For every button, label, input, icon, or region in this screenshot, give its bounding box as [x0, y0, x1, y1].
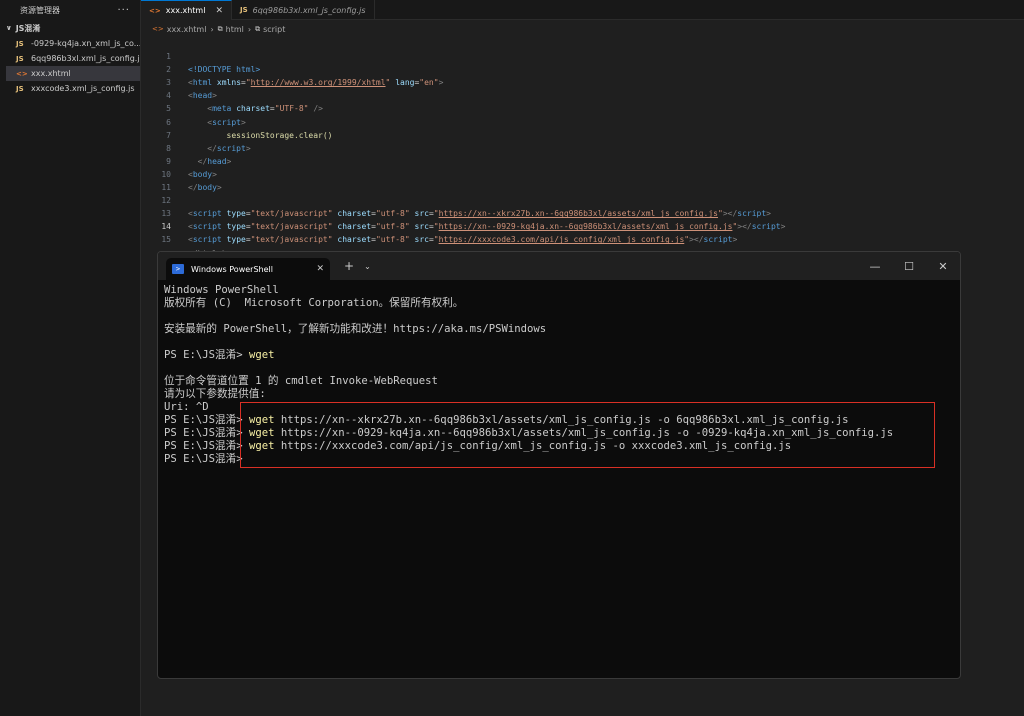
- html-file-icon: <>: [16, 69, 28, 78]
- file-label: xxxcode3.xml_js_config.js: [31, 84, 135, 93]
- folder-label: JS混淆: [15, 23, 41, 33]
- terminal-line: 版权所有 (C) Microsoft Corporation。保留所有权利。: [164, 297, 464, 309]
- code-line: 3 <head>: [141, 63, 1024, 100]
- src-link[interactable]: https://xxxcode3.com/api/js_config/xml_j…: [439, 235, 685, 244]
- breadcrumb: <> xxx.xhtml › ⧉ html › ⧉ script: [152, 22, 285, 36]
- code-line: 12 <script type="text/javascript" charse…: [141, 181, 1024, 218]
- terminal-line: 安装最新的 PowerShell，了解新功能和改进！https://aka.ms…: [164, 323, 547, 335]
- terminal-line[interactable]: PS E:\JS混淆>: [164, 453, 954, 466]
- code-line: 11: [141, 168, 1024, 192]
- folder-js-obfuscation[interactable]: ∨ JS混淆: [0, 20, 140, 36]
- chevron-right-icon: ›: [247, 24, 252, 34]
- code-line: 4 <meta charset="UTF-8" />: [141, 76, 1024, 113]
- terminal-line: Uri: ^D: [164, 401, 209, 413]
- code-line: 9 <body>: [141, 142, 1024, 179]
- js-file-icon: JS: [239, 6, 248, 14]
- prompt: PS E:\JS混淆>: [164, 453, 249, 465]
- breadcrumb-item[interactable]: html: [226, 25, 244, 34]
- file-label: -0929-kq4ja.xn_xml_js_co...: [31, 39, 140, 48]
- line-number: 15: [161, 235, 171, 245]
- prompt: PS E:\JS混淆>: [164, 427, 249, 439]
- prompt: PS E:\JS混淆>: [164, 414, 249, 426]
- tab-label: 6qq986b3xl.xml_js_config.js: [252, 5, 366, 15]
- code-line: 14 <script type="text/javascript" charse…: [141, 207, 1024, 244]
- file-label: xxx.xhtml: [31, 69, 71, 78]
- breadcrumb-item[interactable]: script: [263, 25, 285, 34]
- code-line: 15 </html>%: [141, 220, 1024, 257]
- tab-label: xxx.xhtml: [165, 6, 206, 15]
- command-wget: wget: [248, 414, 275, 426]
- js-file-icon: JS: [16, 39, 24, 48]
- window-controls: — ☐ ✕: [858, 252, 960, 280]
- code-line: 13 <script type="text/javascript" charse…: [141, 194, 1024, 231]
- code-line: 10 </body>: [141, 155, 1024, 192]
- charset-value: utf-8: [380, 235, 405, 245]
- file-item[interactable]: JS -0929-kq4ja.xn_xml_js_co...: [0, 36, 140, 51]
- new-tab-icon[interactable]: +: [344, 259, 354, 273]
- terminal-output[interactable]: Windows PowerShell 版权所有 (C) Microsoft Co…: [158, 280, 960, 470]
- close-icon[interactable]: ✕: [316, 264, 324, 274]
- file-item[interactable]: JS 6qq986b3xl.xml_js_config.js: [0, 51, 140, 66]
- terminal-line: PS E:\JS混淆> wget: [164, 349, 954, 362]
- editor-tabs: <> xxx.xhtml ✕ JS 6qq986b3xl.xml_js_conf…: [141, 0, 1024, 20]
- terminal-titlebar[interactable]: > Windows PowerShell ✕ + ⌄ — ☐ ✕: [158, 252, 960, 280]
- maximize-icon[interactable]: ☐: [892, 252, 926, 280]
- command-wget: wget: [248, 427, 275, 439]
- minimize-icon[interactable]: —: [858, 252, 892, 280]
- prompt: PS E:\JS混淆>: [164, 440, 249, 452]
- html-file-icon: <>: [149, 6, 161, 15]
- close-icon[interactable]: ✕: [215, 6, 223, 16]
- prompt: PS E:\JS混淆>: [164, 349, 249, 361]
- code-line: 7 </script>: [141, 116, 1024, 153]
- file-label: 6qq986b3xl.xml_js_config.js: [31, 54, 140, 63]
- js-file-icon: JS: [16, 54, 24, 63]
- code-line: 1 <!DOCTYPE html>: [141, 37, 1024, 74]
- code-line: 5 <script>: [141, 89, 1024, 126]
- js-file-icon: JS: [16, 84, 24, 93]
- powershell-window[interactable]: > Windows PowerShell ✕ + ⌄ — ☐ ✕ Windows…: [157, 251, 961, 679]
- chevron-down-icon: ∨: [6, 24, 12, 32]
- code-line: 8 </head>: [141, 129, 1024, 166]
- command-args: https://xn--xkrx27b.xn--6qq986b3xl/asset…: [274, 414, 849, 426]
- powershell-icon: >: [172, 264, 184, 274]
- terminal-tab[interactable]: > Windows PowerShell ✕: [166, 258, 330, 280]
- file-item[interactable]: JS xxxcode3.xml_js_config.js: [0, 81, 140, 96]
- terminal-line: PS E:\JS混淆> wget https://xxxcode3.com/ap…: [164, 440, 954, 453]
- explorer-sidebar: 资源管理器 ··· ∨ JS混淆 JS -0929-kq4ja.xn_xml_j…: [0, 0, 141, 716]
- breadcrumb-item[interactable]: xxx.xhtml: [167, 25, 207, 34]
- chevron-right-icon: ›: [210, 24, 214, 34]
- terminal-line: 请为以下参数提供值:: [164, 388, 266, 400]
- command-wget: wget: [248, 349, 275, 361]
- terminal-line: 位于命令管道位置 1 的 cmdlet Invoke-WebRequest: [164, 375, 438, 387]
- element-icon: ⧉: [217, 24, 223, 33]
- terminal-line: PS E:\JS混淆> wget https://xn--0929-kq4ja.…: [164, 427, 954, 440]
- more-actions-icon[interactable]: ···: [117, 5, 130, 16]
- terminal-line: PS E:\JS混淆> wget https://xn--xkrx27b.xn-…: [164, 414, 954, 427]
- code-editor[interactable]: 1 <!DOCTYPE html> 2 <html xmlns="http://…: [141, 37, 1024, 257]
- tab-xxx-xhtml[interactable]: <> xxx.xhtml ✕: [141, 0, 232, 20]
- file-item-active[interactable]: <> xxx.xhtml: [6, 66, 140, 81]
- terminal-line: Windows PowerShell: [164, 284, 279, 296]
- close-window-icon[interactable]: ✕: [926, 252, 960, 280]
- code-text: <script type="text/javascript" charset="…: [188, 235, 738, 245]
- code-line: 2 <html xmlns="http://www.w3.org/1999/xh…: [141, 50, 1024, 87]
- command-args: https://xxxcode3.com/api/js_config/xml_j…: [274, 440, 792, 452]
- terminal-tab-title: Windows PowerShell: [191, 264, 273, 274]
- command-args: https://xn--0929-kq4ja.xn--6qq986b3xl/as…: [274, 427, 894, 439]
- command-wget: wget: [248, 440, 275, 452]
- explorer-header: 资源管理器 ···: [0, 0, 140, 20]
- type-value: text/javascript: [255, 235, 328, 245]
- chevron-down-icon[interactable]: ⌄: [364, 262, 371, 271]
- tab-6qq986b3xl-js[interactable]: JS 6qq986b3xl.xml_js_config.js: [232, 0, 375, 20]
- html-file-icon: <>: [152, 25, 164, 33]
- element-icon: ⧉: [255, 24, 261, 33]
- explorer-title: 资源管理器: [20, 5, 60, 15]
- code-line: 6 sessionStorage.clear(): [141, 102, 1024, 140]
